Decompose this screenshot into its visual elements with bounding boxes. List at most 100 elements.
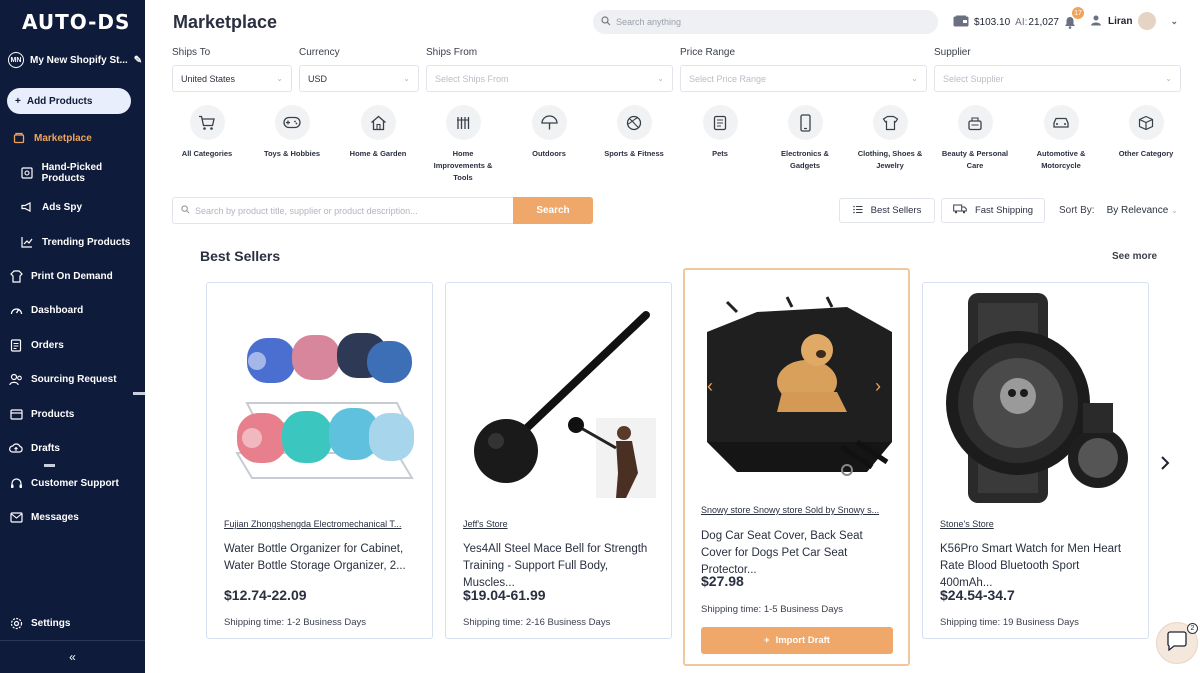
sidebar-divider: [44, 464, 55, 467]
shipping-time: Shipping time: 19 Business Days: [940, 617, 1079, 628]
balance-display[interactable]: $103.10 AI: 21,027: [953, 15, 1059, 30]
sidebar-item-dashboard[interactable]: Dashboard: [0, 299, 145, 321]
sidebar-item-label: Ads Spy: [42, 201, 83, 213]
ai-credits-label: AI:: [1015, 17, 1028, 28]
global-search-input[interactable]: Search anything: [593, 10, 938, 34]
ships-to-select[interactable]: United States ⌄: [172, 65, 292, 92]
sidebar-item-marketplace[interactable]: Marketplace: [0, 127, 145, 149]
product-image[interactable]: [217, 293, 422, 503]
megaphone-icon: [20, 200, 34, 214]
sidebar-scroll-marker: [133, 392, 145, 395]
category-home-improvements[interactable]: Home Improvements & Tools: [423, 105, 503, 184]
supplier-link[interactable]: Snowy store Snowy store Sold by Snowy s.…: [701, 505, 891, 515]
product-title[interactable]: Yes4All Steel Mace Bell for Strength Tra…: [463, 541, 655, 592]
store-selector[interactable]: MN My New Shopify St... ✎: [8, 52, 142, 68]
filter-ships-to: Ships To United States ⌄: [172, 47, 292, 92]
autods-logo[interactable]: AUTO-DS: [22, 10, 130, 34]
sidebar-item-label: Customer Support: [31, 477, 119, 489]
category-label: All Categories: [181, 149, 233, 158]
product-card-hovered[interactable]: ‹ › Snowy store Snowy store Sold by Snow…: [683, 268, 910, 666]
chevron-down-icon: ⌄: [657, 74, 664, 83]
sidebar-item-label: Settings: [31, 617, 71, 629]
filter-label: Supplier: [934, 47, 971, 58]
category-label: Toys & Hobbies: [263, 149, 321, 158]
product-card[interactable]: Fujian Zhongshengda Electromechanical T.…: [206, 282, 433, 639]
category-automotive[interactable]: Automotive & Motorcycle: [1021, 105, 1101, 172]
category-electronics[interactable]: Electronics & Gadgets: [765, 105, 845, 172]
sidebar-item-trending[interactable]: Trending Products: [0, 231, 145, 253]
tools-icon: [445, 105, 481, 140]
ball-icon: [616, 105, 652, 140]
add-products-label: Add Products: [26, 95, 93, 107]
category-beauty[interactable]: Beauty & Personal Care: [935, 105, 1015, 172]
product-image[interactable]: [697, 292, 897, 502]
supplier-link[interactable]: Stone's Store: [940, 519, 1130, 529]
currency-value: USD: [308, 73, 328, 84]
sort-by-value: By Relevance: [1106, 205, 1169, 216]
chevron-left-icon[interactable]: ‹: [707, 376, 713, 397]
notification-badge: 17: [1072, 7, 1084, 19]
sidebar-item-ads-spy[interactable]: Ads Spy: [0, 196, 145, 218]
price-range-select[interactable]: Select Price Range ⌄: [680, 65, 927, 92]
search-button[interactable]: Search: [513, 197, 593, 224]
product-price: $24.54-34.7: [940, 587, 1015, 603]
ships-from-select[interactable]: Select Ships From ⌄: [426, 65, 673, 92]
category-other[interactable]: Other Category: [1106, 105, 1186, 160]
supplier-link[interactable]: Fujian Zhongshengda Electromechanical T.…: [224, 519, 414, 529]
shipping-time: Shipping time: 2-16 Business Days: [463, 617, 611, 628]
import-draft-button[interactable]: + Import Draft: [701, 627, 893, 654]
sidebar-item-label: Orders: [31, 339, 64, 351]
product-title[interactable]: Dog Car Seat Cover, Back Seat Cover for …: [701, 528, 893, 579]
carousel-next-button[interactable]: [1160, 455, 1170, 476]
sidebar-item-label: Print On Demand: [31, 270, 113, 282]
category-toys[interactable]: Toys & Hobbies: [252, 105, 332, 160]
category-outdoors[interactable]: Outdoors: [509, 105, 589, 160]
sidebar-item-print-on-demand[interactable]: Print On Demand: [0, 265, 145, 287]
category-clothing[interactable]: Clothing, Shoes & Jewelry: [850, 105, 930, 172]
sidebar-item-products[interactable]: Products: [0, 403, 145, 425]
umbrella-icon: [531, 105, 567, 140]
category-home-garden[interactable]: Home & Garden: [338, 105, 418, 160]
currency-select[interactable]: USD ⌄: [299, 65, 419, 92]
sidebar-item-orders[interactable]: Orders: [0, 334, 145, 356]
filter-ships-from: Ships From Select Ships From ⌄: [426, 47, 673, 92]
sidebar-item-sourcing[interactable]: Sourcing Request: [0, 368, 145, 390]
product-card[interactable]: Stone's Store K56Pro Smart Watch for Men…: [922, 282, 1149, 639]
edit-icon[interactable]: ✎: [134, 55, 142, 66]
user-menu[interactable]: Liran ⌄: [1090, 12, 1178, 30]
sort-by: Sort By: By Relevance ⌄: [1059, 205, 1178, 216]
sidebar-item-messages[interactable]: Messages: [0, 506, 145, 528]
sidebar-item-hand-picked[interactable]: Hand-Picked Products: [0, 162, 145, 184]
add-products-button[interactable]: + Add Products: [7, 88, 131, 114]
product-search-placeholder: Search by product title, supplier or pro…: [195, 205, 418, 216]
category-label: Beauty & Personal Care: [941, 149, 1009, 170]
sort-by-label: Sort By:: [1059, 205, 1095, 216]
category-sports[interactable]: Sports & Fitness: [594, 105, 674, 160]
product-title[interactable]: K56Pro Smart Watch for Men Heart Rate Bl…: [940, 541, 1132, 592]
product-image[interactable]: [456, 293, 661, 503]
see-more-link[interactable]: See more: [1112, 251, 1157, 262]
search-icon: [601, 16, 611, 28]
product-search-input[interactable]: Search by product title, supplier or pro…: [172, 197, 514, 224]
product-title[interactable]: Water Bottle Organizer for Cabinet, Wate…: [224, 541, 416, 575]
product-image[interactable]: [933, 293, 1138, 503]
chevron-down-icon: ⌄: [276, 74, 283, 83]
supplier-link[interactable]: Jeff's Store: [463, 519, 653, 529]
cloud-upload-icon: [9, 441, 23, 455]
chat-badge: 2: [1187, 623, 1198, 634]
category-pets[interactable]: Pets: [680, 105, 760, 160]
chevron-right-icon[interactable]: ›: [875, 376, 881, 397]
supplier-select[interactable]: Select Supplier ⌄: [934, 65, 1181, 92]
collapse-sidebar-button[interactable]: «: [0, 640, 145, 673]
sidebar-item-label: Hand-Picked Products: [41, 162, 103, 184]
gear-icon: [9, 616, 23, 630]
product-card[interactable]: Jeff's Store Yes4All Steel Mace Bell for…: [445, 282, 672, 639]
category-all[interactable]: All Categories: [167, 105, 247, 160]
sidebar-item-settings[interactable]: Settings: [0, 612, 145, 634]
sort-by-select[interactable]: By Relevance ⌄: [1107, 205, 1178, 216]
best-sellers-filter-button[interactable]: Best Sellers: [839, 198, 935, 223]
sidebar: AUTO-DS MN My New Shopify St... ✎ + Add …: [0, 0, 145, 673]
sidebar-item-drafts[interactable]: Drafts: [0, 437, 145, 459]
fast-shipping-filter-button[interactable]: Fast Shipping: [941, 198, 1045, 223]
sidebar-item-customer-support[interactable]: Customer Support: [0, 472, 145, 494]
